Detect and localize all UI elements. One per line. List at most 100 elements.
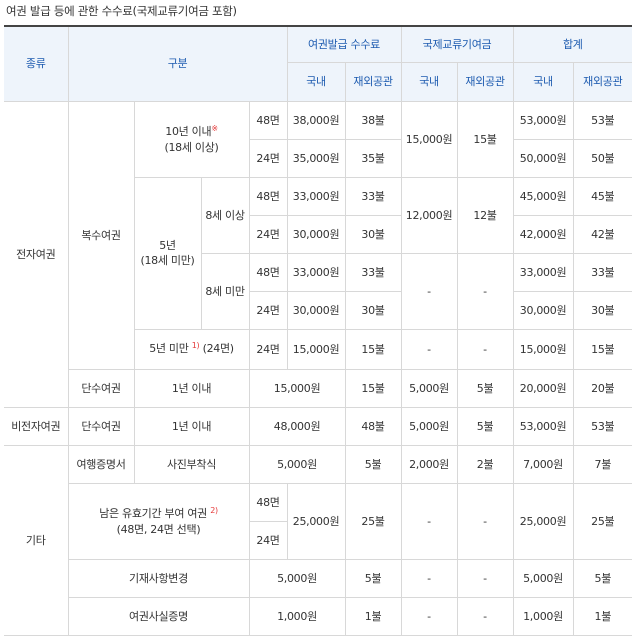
- contrib-overseas: 5불: [456, 406, 514, 446]
- remaining-validity: 남은 유효기간 부여 여권 2) (48면, 24면 선택): [68, 482, 250, 560]
- pages: 24면: [249, 290, 288, 330]
- category-single: 단수여권: [67, 406, 135, 446]
- issue-overseas: 15불: [344, 328, 402, 370]
- table-row: 기타 여행증명서 사진부착식 5,000원 5불 2,000원 2불 7,000…: [4, 444, 633, 637]
- issue-domestic: 25,000원: [286, 482, 346, 560]
- record-change: 기재사항변경: [68, 558, 250, 598]
- total-overseas: 5불: [572, 558, 633, 598]
- issue-domestic: 5,000원: [248, 558, 346, 598]
- total-domestic: 53,000원: [512, 100, 574, 140]
- contrib-domestic: 12,000원: [400, 176, 458, 254]
- header-contrib-domestic: 국내: [400, 61, 458, 102]
- issue-overseas: 48불: [344, 406, 402, 446]
- total-overseas: 25불: [572, 482, 633, 560]
- total-domestic: 15,000원: [512, 328, 574, 370]
- validity-10y-label: 10년 이내: [165, 124, 212, 138]
- age-8-under: 8세 미만: [201, 252, 250, 330]
- total-domestic: 30,000원: [512, 290, 574, 330]
- pages: 24면: [249, 138, 288, 178]
- issue-overseas: 5불: [344, 444, 402, 484]
- issue-overseas: 33불: [344, 252, 402, 292]
- header-contribution: 국제교류기여금: [400, 25, 514, 63]
- table-row: 전자여권 복수여권 10년 이내※ (18세 이상) 48면 38,000원 3…: [4, 100, 633, 408]
- total-overseas: 53불: [572, 406, 633, 446]
- issue-domestic: 35,000원: [286, 138, 346, 178]
- type-non-electronic: 비전자여권: [4, 406, 69, 446]
- pages: 48면: [248, 100, 288, 140]
- header-total-overseas: 재외공관: [572, 61, 633, 102]
- validity-10y: 10년 이내※ (18세 이상): [133, 100, 250, 178]
- total-domestic: 45,000원: [512, 176, 574, 216]
- issue-domestic: 15,000원: [286, 328, 346, 370]
- total-overseas: 20불: [572, 368, 633, 408]
- header-total: 합계: [512, 25, 633, 63]
- footnote-mark: 2): [210, 505, 218, 515]
- total-domestic: 42,000원: [512, 214, 574, 254]
- remaining-validity-pages: (48면, 24면 선택): [116, 522, 201, 536]
- header-row-1: 종류 구분 여권발급 수수료 국제교류기여금 합계: [4, 25, 633, 102]
- issue-domestic: 38,000원: [286, 100, 346, 140]
- header-issue-fee: 여권발급 수수료: [286, 25, 402, 63]
- total-overseas: 1불: [572, 596, 633, 637]
- issue-domestic: 33,000원: [286, 252, 346, 292]
- contrib-overseas: -: [456, 596, 514, 637]
- issue-overseas: 15불: [344, 368, 402, 408]
- pages: 24면: [248, 328, 288, 370]
- photo-attached: 사진부착식: [133, 444, 250, 484]
- issue-overseas: 25불: [344, 482, 402, 560]
- header-issue-domestic: 국내: [287, 61, 346, 102]
- total-domestic: 20,000원: [512, 368, 574, 408]
- passport-fee-table: 종류 구분 여권발급 수수료 국제교류기여금 합계 국내 재외공관 국내 재외공…: [4, 25, 633, 637]
- header-issue-overseas: 재외공관: [344, 61, 402, 102]
- validity-under-5y-label: 5년 미만: [149, 342, 189, 356]
- remaining-validity-label: 남은 유효기간 부여 여권: [99, 506, 207, 520]
- pages: 48면: [248, 176, 288, 216]
- issue-domestic: 30,000원: [286, 290, 346, 330]
- contrib-overseas: 2불: [456, 444, 514, 484]
- age-8-plus: 8세 이상: [200, 176, 250, 254]
- type-other: 기타: [4, 444, 69, 637]
- type-electronic: 전자여권: [4, 100, 69, 408]
- validity-1y: 1년 이내: [133, 406, 250, 446]
- issue-domestic: 1,000원: [248, 596, 346, 637]
- category-multiple: 복수여권: [67, 100, 135, 370]
- age-under-18: (18세 미만): [140, 254, 195, 268]
- contrib-overseas: -: [456, 482, 514, 560]
- issue-domestic: 30,000원: [286, 214, 346, 254]
- total-domestic: 1,000원: [512, 596, 574, 637]
- contrib-overseas: -: [456, 252, 514, 330]
- issue-overseas: 30불: [344, 290, 402, 330]
- issue-overseas: 33불: [344, 176, 402, 216]
- contrib-overseas: -: [456, 558, 514, 598]
- total-overseas: 50불: [572, 138, 633, 178]
- category-single: 단수여권: [68, 368, 135, 408]
- contrib-domestic: -: [400, 482, 458, 560]
- contrib-overseas: 5불: [456, 368, 514, 408]
- pages: 48면: [248, 252, 288, 292]
- validity-1y: 1년 이내: [133, 368, 250, 408]
- contrib-domestic: 5,000원: [400, 368, 458, 408]
- total-overseas: 53불: [572, 100, 633, 140]
- total-domestic: 33,000원: [512, 252, 574, 292]
- total-overseas: 30불: [572, 290, 633, 330]
- issue-domestic: 5,000원: [248, 444, 346, 484]
- total-overseas: 7불: [572, 444, 633, 484]
- issue-domestic: 33,000원: [286, 176, 346, 216]
- total-overseas: 45불: [572, 176, 633, 216]
- table-row: 남은 유효기간 부여 여권 2) (48면, 24면 선택) 48면 25,00…: [4, 482, 633, 560]
- table-row: 기재사항변경 5,000원 5불 - - 5,000원 5불: [4, 558, 633, 598]
- issue-overseas: 1불: [344, 596, 402, 637]
- category-travel-cert: 여행증명서: [67, 444, 135, 484]
- header-category: 구분: [67, 25, 288, 102]
- pages: 48면: [248, 482, 288, 522]
- total-domestic: 5,000원: [512, 558, 574, 598]
- validity-5y-label: 5년: [159, 239, 176, 253]
- fact-certificate: 여권사실증명: [68, 596, 250, 637]
- total-domestic: 25,000원: [512, 482, 574, 560]
- pages: 24면: [249, 214, 288, 254]
- validity-5y: 5년 (18세 미만): [134, 176, 202, 330]
- contrib-overseas: 12불: [456, 176, 514, 254]
- contrib-domestic: 15,000원: [400, 100, 458, 178]
- contrib-overseas: -: [456, 328, 514, 370]
- contrib-domestic: -: [400, 558, 458, 598]
